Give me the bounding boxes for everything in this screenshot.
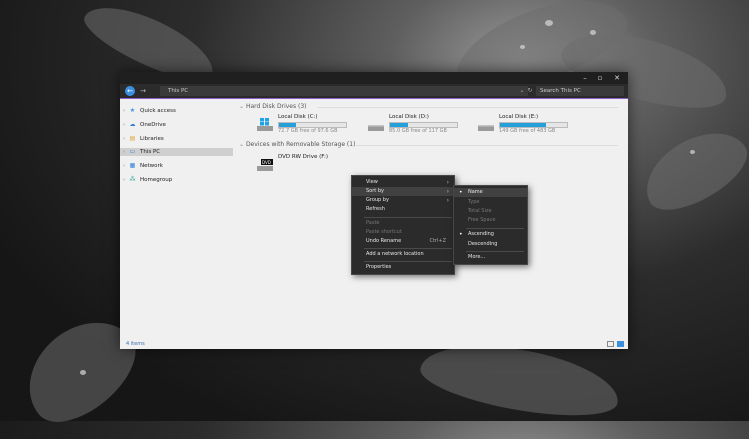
windows-drive-icon <box>256 118 274 132</box>
chevron-right-icon: › <box>446 197 449 204</box>
sidebar-item-label: Network <box>140 163 163 169</box>
dvd-drive-icon: DVD <box>256 158 274 172</box>
chevron-right-icon[interactable]: › <box>123 176 125 184</box>
menu-item-paste[interactable]: Paste <box>352 219 454 228</box>
sidebar-item-network[interactable]: › ▦ Network <box>120 162 233 170</box>
sidebar-item-homegroup[interactable]: › ⁂ Homegroup <box>120 176 233 184</box>
drive-free-space: 85.0 GB free of 117 GB <box>389 128 447 134</box>
chevron-right-icon[interactable]: › <box>123 135 125 143</box>
hard-drive-icon <box>477 118 495 132</box>
address-bar[interactable]: This PC <box>160 86 528 96</box>
sidebar-item-libraries[interactable]: › ▤ Libraries <box>120 135 233 143</box>
group-divider <box>356 145 618 146</box>
chevron-down-icon: ⌄ <box>239 103 246 110</box>
menu-separator <box>364 248 452 249</box>
chevron-right-icon: › <box>446 179 449 186</box>
menu-separator <box>466 228 524 229</box>
sort-option-more[interactable]: More... <box>454 253 527 262</box>
sidebar-item-label: Quick access <box>140 108 176 114</box>
tiles-view-icon[interactable] <box>617 341 624 347</box>
svg-text:DVD: DVD <box>262 160 271 165</box>
shortcut-label: Ctrl+Z <box>429 238 446 244</box>
chevron-right-icon[interactable]: › <box>123 121 125 129</box>
sort-option-name[interactable]: • Name <box>454 188 527 197</box>
sort-option-total-size[interactable]: Total Size <box>454 207 527 216</box>
library-icon: ▤ <box>129 135 136 142</box>
drive-name: Local Disk (C:) <box>278 114 318 120</box>
details-view-icon[interactable] <box>607 341 614 347</box>
status-bar: 4 items <box>120 339 628 349</box>
drive-usage-fill <box>390 123 409 127</box>
chevron-right-icon[interactable]: › <box>123 162 125 170</box>
chevron-down-icon: ⌄ <box>239 141 246 148</box>
chevron-right-icon[interactable]: › <box>123 107 125 115</box>
radio-bullet-icon: • <box>459 189 463 196</box>
sort-option-ascending[interactable]: • Ascending <box>454 230 527 239</box>
menu-item-undo-rename[interactable]: Undo Rename Ctrl+Z <box>352 237 454 246</box>
sort-option-descending[interactable]: Descending <box>454 240 527 249</box>
drive-free-space: 72.7 GB free of 97.6 GB <box>278 128 338 134</box>
menu-item-paste-shortcut[interactable]: Paste shortcut <box>352 228 454 237</box>
menu-item-properties[interactable]: Properties <box>352 263 454 272</box>
back-button[interactable]: ← <box>125 86 135 96</box>
group-divider <box>318 107 618 108</box>
address-toolbar: ← → This PC ⌄ ↻ Search This PC <box>120 84 628 99</box>
menu-separator <box>364 217 452 218</box>
chevron-right-icon: › <box>446 188 449 195</box>
menu-item-group-by[interactable]: Group by › <box>352 196 454 205</box>
title-bar: – ▫ ✕ <box>120 72 628 84</box>
drive-free-space: 149 GB free of 483 GB <box>499 128 556 134</box>
chevron-right-icon[interactable]: › <box>123 148 125 156</box>
close-button[interactable]: ✕ <box>610 73 624 83</box>
sort-option-free-space[interactable]: Free Space <box>454 216 527 225</box>
minimize-button[interactable]: – <box>578 73 592 83</box>
cloud-icon: ☁ <box>129 121 136 128</box>
context-menu: View › Sort by › Group by › Refresh Paste P… <box>351 175 455 275</box>
drive-d[interactable]: Local Disk (D:) 85.0 GB free of 117 GB <box>367 114 477 136</box>
group-header-removable[interactable]: ⌄ Devices with Removable Storage (1) <box>239 141 355 148</box>
drive-f-dvd[interactable]: DVD DVD RW Drive (F:) <box>256 154 366 176</box>
sidebar-item-quick-access[interactable]: › ★ Quick access <box>120 107 233 115</box>
drive-name: DVD RW Drive (F:) <box>278 154 328 160</box>
menu-item-refresh[interactable]: Refresh <box>352 205 454 214</box>
group-header-hard-disks[interactable]: ⌄ Hard Disk Drives (3) <box>239 103 307 110</box>
sidebar-item-label: OneDrive <box>140 122 166 128</box>
homegroup-icon: ⁂ <box>129 176 136 183</box>
sidebar-item-label: Libraries <box>140 136 164 142</box>
sidebar-item-this-pc[interactable]: › ▭ This PC <box>120 148 233 156</box>
drive-e[interactable]: Local Disk (E:) 149 GB free of 483 GB <box>477 114 587 136</box>
menu-item-add-network-location[interactable]: Add a network location <box>352 250 454 259</box>
sort-option-type[interactable]: Type <box>454 198 527 207</box>
star-icon: ★ <box>129 107 136 114</box>
sidebar-item-onedrive[interactable]: › ☁ OneDrive <box>120 121 233 129</box>
menu-item-view[interactable]: View › <box>352 178 454 187</box>
network-icon: ▦ <box>129 162 136 169</box>
drive-name: Local Disk (E:) <box>499 114 539 120</box>
hard-drive-icon <box>367 118 385 132</box>
sidebar-item-label: Homegroup <box>140 177 173 183</box>
forward-button[interactable]: → <box>138 86 148 96</box>
search-input[interactable]: Search This PC <box>536 86 624 96</box>
menu-item-sort-by[interactable]: Sort by › <box>352 187 454 196</box>
drive-c[interactable]: Local Disk (C:) 72.7 GB free of 97.6 GB <box>256 114 366 136</box>
menu-separator <box>364 261 452 262</box>
menu-separator <box>466 251 524 252</box>
radio-bullet-icon: • <box>459 231 463 238</box>
drive-usage-fill <box>500 123 547 127</box>
refresh-icon[interactable]: ↻ <box>526 86 534 96</box>
sort-by-submenu: • Name Type Total Size Free Space • Ascend… <box>453 185 528 265</box>
chevron-down-icon[interactable]: ⌄ <box>518 86 526 96</box>
navigation-pane: › ★ Quick access › ☁ OneDrive › ▤ Librar… <box>120 99 233 339</box>
drive-name: Local Disk (D:) <box>389 114 429 120</box>
maximize-button[interactable]: ▫ <box>593 73 607 83</box>
sidebar-item-label: This PC <box>140 149 161 155</box>
computer-icon: ▭ <box>129 148 136 155</box>
drive-usage-fill <box>279 123 297 127</box>
item-count: 4 items <box>126 341 145 347</box>
